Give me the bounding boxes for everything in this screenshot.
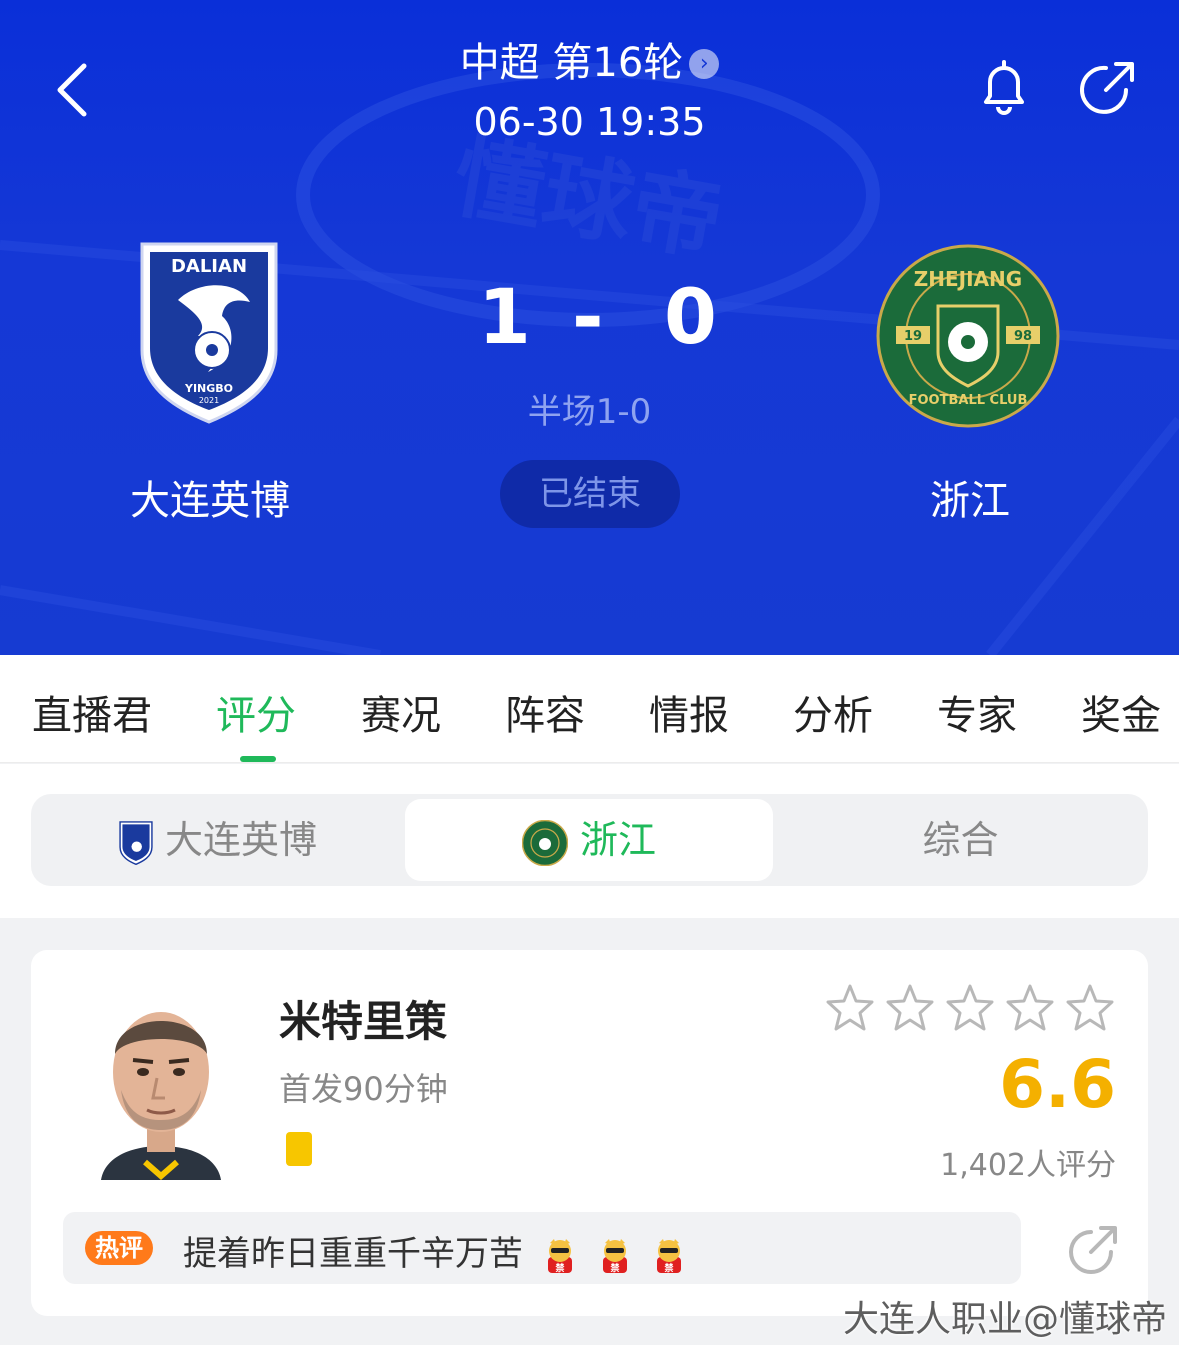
svg-text:懂球帝: 懂球帝: [446, 124, 730, 274]
away-score: 0: [664, 272, 717, 361]
svg-text:禁: 禁: [610, 1262, 619, 1274]
away-team-name[interactable]: 浙江: [850, 468, 1090, 526]
tab-match-events[interactable]: 赛况: [361, 683, 441, 741]
segment-overall-label: 综合: [922, 818, 999, 862]
tab-ratings[interactable]: 评分: [216, 683, 296, 741]
player-rating-score: 6.6: [999, 1046, 1116, 1123]
tab-analysis[interactable]: 分析: [793, 683, 873, 741]
active-tab-indicator: [240, 756, 276, 762]
team-filter-area: 大连英博 浙江 综合: [0, 764, 1179, 918]
star-outline-icon[interactable]: [1004, 982, 1056, 1034]
halftime-score: 半场1-0: [527, 392, 652, 432]
rating-count: 1,402人评分: [940, 1148, 1116, 1183]
match-header: 懂球帝 中超 第16轮 › 06-30 19:35 DALIAN YINGBO 2…: [0, 0, 1179, 655]
tab-lineup[interactable]: 阵容: [505, 683, 585, 741]
chevron-right-icon: ›: [689, 49, 720, 79]
tiger-emoji-icon: 禁: [547, 1238, 572, 1274]
share-icon[interactable]: [1065, 1222, 1121, 1278]
tab-intel[interactable]: 情报: [649, 683, 729, 741]
star-outline-icon[interactable]: [884, 982, 936, 1034]
tiger-emoji-icon: 禁: [657, 1238, 682, 1274]
player-name: 米特里策: [279, 997, 448, 1046]
segment-dalian[interactable]: 大连英博: [31, 794, 405, 886]
league-round-text: 中超 第16轮: [459, 40, 684, 86]
tab-bar: 直播君 评分 赛况 阵容 情报 分析 专家 奖金: [0, 655, 1179, 763]
star-outline-icon[interactable]: [944, 982, 996, 1034]
home-score: 1: [478, 272, 531, 361]
zhejiang-logo-top-text: ZHEJIANG: [914, 267, 1022, 291]
dalian-logo-top-text: DALIAN: [171, 256, 247, 277]
rating-stars[interactable]: [824, 982, 1116, 1034]
zhejiang-logo-left-text: 19: [904, 329, 922, 344]
segment-overall[interactable]: 综合: [773, 794, 1148, 886]
tab-prize[interactable]: 奖金: [1081, 683, 1161, 741]
hot-comment-badge: 热评: [85, 1231, 153, 1265]
svg-text:禁: 禁: [665, 1262, 674, 1274]
star-outline-icon[interactable]: [824, 982, 876, 1034]
tab-experts[interactable]: 专家: [937, 683, 1017, 741]
player-photo: [81, 980, 241, 1180]
match-status-badge: 已结束: [500, 460, 680, 528]
yellow-card-icon: [286, 1132, 312, 1166]
star-outline-icon[interactable]: [1064, 982, 1116, 1034]
hot-comment-body: 提着昨日重重千辛万苦 禁 禁 禁: [183, 1226, 687, 1275]
tiger-emoji-icon: 禁: [602, 1238, 627, 1274]
tab-live[interactable]: 直播君: [32, 683, 152, 741]
home-team-name[interactable]: 大连英博: [80, 468, 340, 526]
segment-dalian-label: 大连英博: [164, 818, 317, 862]
zhejiang-logo-right-text: 98: [1014, 329, 1032, 344]
zhejiang-logo-icon: [521, 819, 568, 866]
svg-text:禁: 禁: [555, 1262, 564, 1274]
hot-comment-text: 提着昨日重重千辛万苦: [183, 1234, 523, 1274]
share-icon[interactable]: [1076, 56, 1140, 120]
bell-icon[interactable]: [972, 56, 1036, 120]
segment-zhejiang[interactable]: 浙江: [405, 799, 773, 881]
segment-zhejiang-label: 浙江: [579, 818, 656, 862]
watermark-text: 大连人职业@懂球帝: [842, 1299, 1167, 1340]
team-segmented-control: 大连英博 浙江 综合: [31, 794, 1148, 886]
player-rating-card[interactable]: 米特里策 首发90分钟 6.6 1,402人评分 热评 提着昨日重重千辛万苦 禁…: [31, 950, 1148, 1316]
player-minutes: 首发90分钟: [279, 1070, 448, 1108]
dalian-logo-icon: [119, 820, 153, 865]
hot-comment[interactable]: 热评 提着昨日重重千辛万苦 禁 禁 禁: [63, 1212, 1021, 1284]
score-separator: -: [572, 272, 604, 361]
